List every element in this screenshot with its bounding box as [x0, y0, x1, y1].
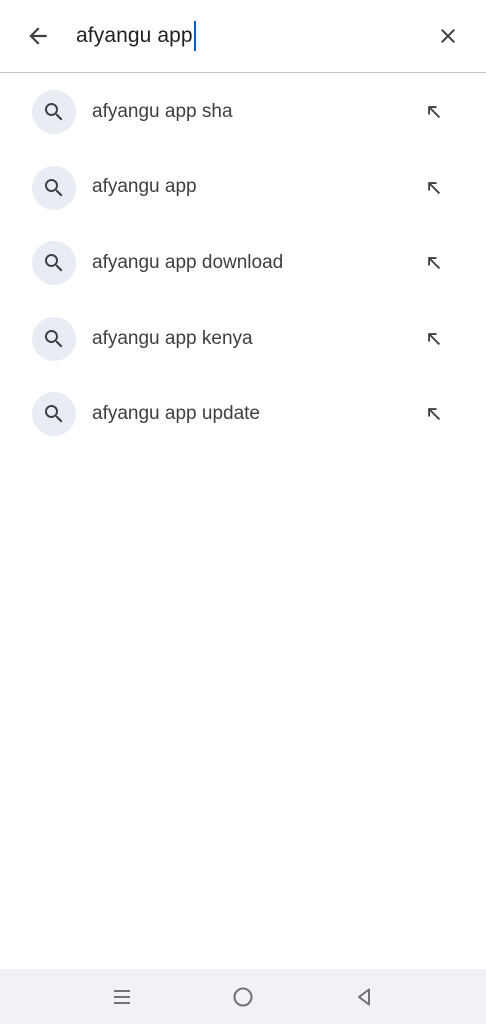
suggestion-item[interactable]: afyangu app kenya: [0, 301, 486, 377]
arrow-up-left-icon: [428, 408, 441, 421]
circle-home-icon: [233, 987, 253, 1007]
fill-query-button[interactable]: [414, 394, 454, 434]
search-icon: [32, 392, 76, 437]
fill-query-button[interactable]: [414, 168, 454, 208]
system-navigation-bar: [0, 969, 486, 1024]
search-icon: [32, 165, 76, 210]
search-icon: [32, 316, 76, 361]
suggestion-label: afyangu app download: [92, 251, 284, 273]
suggestion-item[interactable]: afyangu app update: [0, 376, 486, 452]
search-bar: afyangu app: [0, 0, 486, 73]
home-button[interactable]: [225, 979, 261, 1015]
suggestion-label: afyangu app sha: [92, 100, 233, 122]
text-cursor: [193, 21, 196, 51]
suggestion-label: afyangu app kenya: [92, 327, 253, 349]
arrow-up-left-icon: [428, 106, 441, 119]
triangle-back-icon: [358, 988, 370, 1006]
arrow-up-left-icon: [428, 332, 441, 345]
search-input[interactable]: afyangu app: [76, 18, 196, 54]
recents-button[interactable]: [104, 979, 140, 1015]
fill-query-button[interactable]: [414, 319, 454, 359]
search-query-text: afyangu app: [76, 24, 193, 47]
fill-query-button[interactable]: [414, 243, 454, 283]
suggestion-item[interactable]: afyangu app download: [0, 225, 486, 301]
arrow-up-left-icon: [428, 181, 441, 194]
clear-button[interactable]: [428, 16, 468, 56]
suggestion-item[interactable]: afyangu app sha: [0, 74, 486, 150]
arrow-back-icon: [29, 27, 47, 45]
suggestion-label: afyangu app update: [92, 403, 260, 425]
menu-icon: [114, 990, 130, 1004]
search-icon: [32, 241, 76, 286]
search-icon: [32, 90, 76, 134]
system-back-button[interactable]: [346, 979, 382, 1015]
fill-query-button[interactable]: [414, 92, 454, 132]
suggestion-list: afyangu app sha afyangu app afyangu app …: [0, 74, 486, 452]
close-icon: [441, 29, 455, 43]
back-button[interactable]: [18, 16, 58, 56]
arrow-up-left-icon: [428, 257, 441, 270]
suggestion-item[interactable]: afyangu app: [0, 150, 486, 226]
search-screen: afyangu app afyangu app sha afyangu app: [0, 0, 486, 1024]
suggestion-label: afyangu app: [92, 176, 197, 198]
